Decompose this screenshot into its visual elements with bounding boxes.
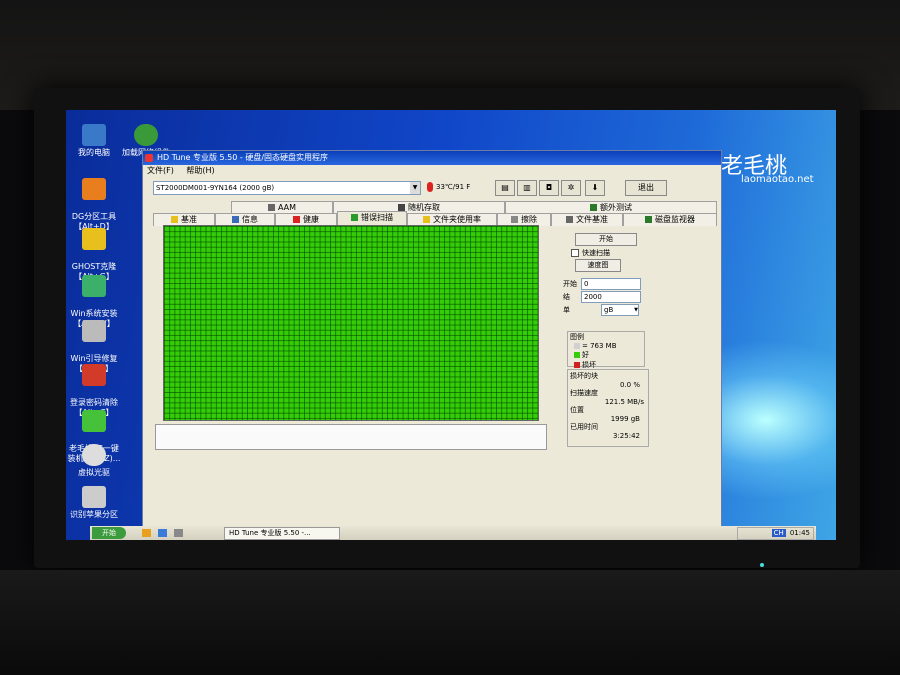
desk-surface <box>0 570 900 675</box>
copy-all-icon: ▥ <box>523 183 531 192</box>
copy-all-button[interactable]: ▥ <box>517 180 537 196</box>
disc-icon <box>82 444 106 466</box>
quick-scan-option[interactable]: 快速扫描 <box>571 248 610 258</box>
bad-blocks-label: 损坏的块 <box>570 372 598 380</box>
one-click-icon <box>82 410 106 432</box>
tab-error-scan[interactable]: 错误扫描 <box>337 211 407 226</box>
drive-select[interactable]: ST2000DM001-9YN164 (2000 gB) ▼ <box>153 181 421 195</box>
computer-icon <box>82 124 106 146</box>
repair-icon <box>82 320 106 342</box>
position-value: 1999 gB <box>610 414 640 423</box>
end-input[interactable]: 2000 <box>581 291 641 303</box>
options-icon: ✲ <box>567 183 575 192</box>
legend-title: 图例 <box>570 333 584 341</box>
folder-quicklaunch-icon[interactable] <box>142 529 151 537</box>
bad-blocks-value: 0.0 % <box>619 380 640 389</box>
start-button-taskbar[interactable]: 开始 <box>92 527 126 539</box>
start-field-label: 开始 <box>563 280 577 288</box>
magnifier-icon <box>351 214 358 221</box>
copy-info-button[interactable]: ▤ <box>495 180 515 196</box>
folder-icon <box>423 216 430 223</box>
ghost-icon <box>82 228 106 250</box>
menu-file[interactable]: 文件(F) <box>147 166 174 175</box>
hdtune-window: HD Tune 专业版 5.50 - 硬盘/固态硬盘实用程序 文件(F) 帮助(… <box>142 150 722 527</box>
password-icon <box>82 364 106 386</box>
power-led <box>760 563 764 567</box>
start-button[interactable]: 开始 <box>575 233 637 246</box>
options-button[interactable]: ✲ <box>561 180 581 196</box>
ime-indicator[interactable]: CH <box>771 529 786 537</box>
menu-help[interactable]: 帮助(H) <box>186 166 214 175</box>
info-icon <box>232 216 239 223</box>
end-field-label: 结 <box>563 293 570 301</box>
thermometer-icon <box>427 182 433 192</box>
scan-log-box <box>155 424 547 450</box>
legend-good: 好 <box>568 350 644 360</box>
window-title: HD Tune 专业版 5.50 - 硬盘/固态硬盘实用程序 <box>157 153 329 162</box>
tab-disk-monitor[interactable]: 磁盘监视器 <box>623 213 717 226</box>
desktop-screen: 我的电脑 加载网络组件 DG分区工具 【Alt+D】 GHOST克隆 【Alt+… <box>66 110 836 540</box>
save-button[interactable]: ⬇ <box>585 180 605 196</box>
legend-block-swatch <box>574 343 580 349</box>
quick-scan-checkbox[interactable] <box>571 249 579 257</box>
random-access-icon <box>398 204 405 211</box>
scan-speed-label: 扫描速度 <box>570 389 598 397</box>
error-scan-block-map <box>163 225 539 421</box>
system-tray: CH 01:45 <box>737 527 814 540</box>
screenshot-button[interactable]: ◘ <box>539 180 559 196</box>
copy-icon: ▤ <box>501 183 509 192</box>
desktop-icon-apple-partition[interactable]: 识别苹果分区 <box>66 486 134 520</box>
taskbar-task-hdtune[interactable]: HD Tune 专业版 5.50 -... <box>224 527 340 540</box>
speed-map-button[interactable]: 速度图 <box>575 259 621 272</box>
install-icon <box>82 275 106 297</box>
tab-strip: AAM 随机存取 额外测试 基准 信息 健康 错误扫描 文件夹使用率 擦除 文件… <box>153 201 718 227</box>
elapsed-value: 3:25:42 <box>613 431 640 440</box>
chevron-down-icon: ▼ <box>634 307 638 313</box>
arrow-down-icon: ⬇ <box>591 183 599 192</box>
temperature-readout: 33℃/91 F <box>427 181 471 193</box>
drive-select-value: ST2000DM001-9YN164 (2000 gB) <box>156 184 275 192</box>
desktop-icon-virtual-drive[interactable]: 虚拟光驱 <box>66 444 134 478</box>
dg-icon <box>82 178 106 200</box>
position-label: 位置 <box>570 406 584 414</box>
tab-file-benchmark[interactable]: 文件基准 <box>551 213 623 226</box>
taskbar: 开始 HD Tune 专业版 5.50 -... CH 01:45 <box>90 526 816 540</box>
chevron-down-icon[interactable]: ▼ <box>410 182 420 194</box>
benchmark-icon <box>171 216 178 223</box>
scan-stats-box: 损坏的块 0.0 % 扫描速度 121.5 MB/s 位置 1999 gB 已用… <box>567 369 649 447</box>
exit-button[interactable]: 退出 <box>625 180 667 196</box>
clock: 01:45 <box>789 529 810 537</box>
elapsed-label: 已用时间 <box>570 423 598 431</box>
app-icon <box>145 154 153 162</box>
legend-good-swatch <box>574 352 580 358</box>
start-input[interactable]: 0 <box>581 278 641 290</box>
speaker-icon <box>267 204 275 211</box>
drive-icon <box>82 486 106 508</box>
toolbar: ST2000DM001-9YN164 (2000 gB) ▼ 33℃/91 F … <box>153 180 713 197</box>
extra-tests-icon <box>590 204 597 211</box>
camera-icon: ◘ <box>545 183 553 192</box>
globe-icon <box>134 124 158 146</box>
unit-select[interactable]: gB ▼ <box>601 304 639 316</box>
health-cross-icon <box>293 216 300 223</box>
quicklaunch-icon-2[interactable] <box>174 529 183 537</box>
window-titlebar[interactable]: HD Tune 专业版 5.50 - 硬盘/固态硬盘实用程序 <box>143 151 721 165</box>
erase-icon <box>511 216 518 223</box>
unit-select-value: gB <box>604 306 614 314</box>
temperature-value: 33℃/91 F <box>436 183 471 191</box>
legend-box: 图例 = 763 MB 好 损坏 <box>567 331 645 369</box>
legend-bad-swatch <box>574 362 580 368</box>
scan-speed-value: 121.5 MB/s <box>604 397 644 406</box>
file-benchmark-icon <box>566 216 573 223</box>
brand-url: laomaotao.net <box>741 174 814 185</box>
unit-label: 单 <box>563 306 570 314</box>
legend-block-size: = 763 MB <box>568 342 644 350</box>
disk-monitor-icon <box>645 216 652 223</box>
menu-bar: 文件(F) 帮助(H) <box>143 165 721 177</box>
quicklaunch-icon[interactable] <box>158 529 167 537</box>
